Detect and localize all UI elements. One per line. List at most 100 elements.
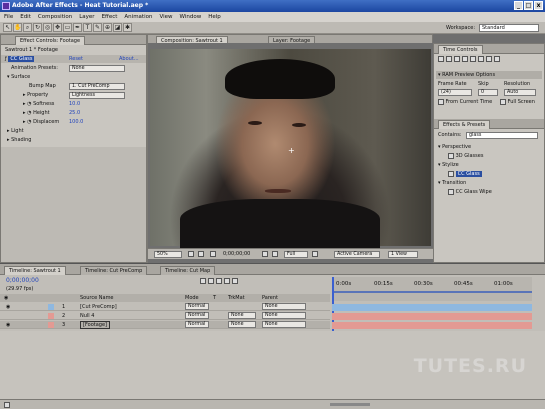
rectangle-mask-tool-icon[interactable]: ▭ — [63, 23, 72, 32]
effects-item-cc-glass[interactable]: CC Glass — [448, 170, 482, 178]
label-color-swatch[interactable] — [48, 313, 54, 319]
shading-group-row[interactable]: ▸ Shading — [7, 136, 31, 144]
tab-timeline-cut-map[interactable]: Timeline: Cut Map — [160, 266, 216, 275]
effects-item-transition[interactable]: ▾ Transition — [438, 179, 466, 187]
video-toggle-icon[interactable]: ◉ — [6, 321, 10, 329]
layer-parent-dropdown[interactable]: None — [262, 303, 306, 310]
maximize-button[interactable]: □ — [524, 1, 533, 10]
property-dropdown[interactable]: Lightness — [69, 92, 125, 99]
frame-rate-dropdown[interactable]: (24) — [438, 89, 472, 96]
column-source-name[interactable]: Source Name — [80, 294, 114, 302]
orbit-camera-tool-icon[interactable]: ◎ — [43, 23, 52, 32]
first-frame-icon[interactable] — [438, 56, 444, 62]
menu-window[interactable]: Window — [180, 12, 202, 22]
reset-link[interactable]: Reset — [69, 55, 83, 63]
label-color-swatch[interactable] — [48, 322, 54, 328]
triangle-right-icon[interactable]: ▸ — [7, 128, 10, 134]
fx-icon[interactable]: ƒ — [5, 56, 7, 62]
comp-flowchart-icon[interactable] — [200, 278, 206, 284]
full-screen-row[interactable]: Full Screen — [500, 98, 535, 106]
clone-stamp-tool-icon[interactable]: ⊕ — [103, 23, 112, 32]
graph-editor-icon[interactable] — [232, 278, 238, 284]
triangle-right-icon[interactable]: ▸ — [23, 110, 26, 116]
from-current-time-checkbox[interactable] — [438, 98, 444, 105]
menu-edit[interactable]: Edit — [20, 12, 31, 22]
tab-effects-presets[interactable]: Effects & Presets — [438, 120, 491, 129]
tab-timeline-sawtrout[interactable]: Timeline: Sawtrout 1 — [4, 266, 66, 275]
layer-mode-dropdown[interactable]: Normal — [185, 321, 209, 328]
surface-group-row[interactable]: ▾ Surface — [7, 73, 30, 81]
layer-trkmat-dropdown[interactable]: None — [228, 312, 256, 319]
menu-composition[interactable]: Composition — [38, 12, 72, 22]
menu-file[interactable]: File — [4, 12, 13, 22]
layer-mode-dropdown[interactable]: Normal — [185, 312, 209, 319]
layer-duration-bar-3[interactable] — [332, 322, 532, 329]
rotate-tool-icon[interactable]: ↻ — [33, 23, 42, 32]
stopwatch-icon[interactable]: ◔ — [27, 101, 31, 107]
hand-tool-icon[interactable]: ✋ — [13, 23, 22, 32]
snapshot-icon[interactable] — [262, 251, 268, 257]
stopwatch-icon[interactable]: ◔ — [27, 110, 31, 116]
from-current-time-row[interactable]: From Current Time — [438, 98, 492, 106]
zoom-slider[interactable] — [330, 403, 370, 406]
zoom-tool-icon[interactable]: ⌕ — [23, 23, 32, 32]
effects-item-stylize[interactable]: ▾ Stylize — [438, 161, 459, 169]
about-link[interactable]: About... — [119, 55, 139, 63]
column-mode[interactable]: Mode — [185, 294, 199, 302]
stopwatch-icon[interactable]: ◔ — [27, 119, 31, 125]
layer-name[interactable]: [Cut PreComp] — [80, 303, 117, 311]
layer-row-1[interactable]: ◉ 1 [Cut PreComp] Normal None — [0, 303, 330, 311]
displacement-value[interactable]: 100.0 — [69, 118, 83, 126]
region-of-interest-icon[interactable] — [312, 251, 318, 257]
tab-effect-controls[interactable]: Effect Controls: Footage — [15, 36, 86, 45]
motion-blur-icon[interactable] — [224, 278, 230, 284]
layer-duration-bar-1[interactable] — [332, 304, 532, 311]
next-frame-icon[interactable] — [462, 56, 468, 62]
layer-duration-bar-2[interactable] — [332, 313, 532, 320]
menu-layer[interactable]: Layer — [79, 12, 94, 22]
softness-value[interactable]: 10.0 — [69, 100, 80, 108]
menu-help[interactable]: Help — [208, 12, 221, 22]
close-button[interactable]: x — [534, 1, 543, 10]
show-channel-icon[interactable] — [272, 251, 278, 257]
prev-frame-icon[interactable] — [446, 56, 452, 62]
layer-row-3[interactable]: ◉ 3 [Footage] Normal None None — [0, 321, 330, 329]
column-t[interactable]: T — [213, 294, 216, 302]
column-parent[interactable]: Parent — [262, 294, 278, 302]
layer-name[interactable]: Null 4 — [80, 312, 94, 320]
layer-parent-dropdown[interactable]: None — [262, 312, 306, 319]
triangle-right-icon[interactable]: ▸ — [7, 137, 10, 143]
label-color-swatch[interactable] — [48, 304, 54, 310]
resolution-preview-dropdown[interactable]: Auto — [504, 89, 536, 96]
tab-timeline-cut-precomp[interactable]: Timeline: Cut PreComp — [80, 266, 148, 275]
pen-tool-icon[interactable]: ✒ — [73, 23, 82, 32]
layer-mode-dropdown[interactable]: Normal — [185, 303, 209, 310]
pan-behind-tool-icon[interactable]: ✥ — [53, 23, 62, 32]
last-frame-icon[interactable] — [470, 56, 476, 62]
views-dropdown[interactable]: 1 View — [388, 251, 418, 258]
column-trkmat[interactable]: TrkMat — [228, 294, 245, 302]
switches-toggle-icon[interactable] — [4, 402, 10, 408]
animation-presets-dropdown[interactable]: None — [69, 65, 125, 72]
ram-preview-options-header[interactable]: ▾ RAM Preview Options — [436, 71, 542, 79]
timecode-display[interactable]: 0;00;00;00 — [223, 251, 250, 258]
current-time-display[interactable]: 0;00;00;00 — [6, 277, 39, 285]
resolution-dropdown[interactable]: Full — [284, 251, 308, 258]
selection-tool-icon[interactable]: ↖ — [3, 23, 12, 32]
effects-item-cc-glass-wipe[interactable]: CC Glass Wipe — [448, 188, 492, 196]
loop-icon[interactable] — [486, 56, 492, 62]
effect-name[interactable]: CC Glass — [8, 56, 35, 62]
video-toggle-icon[interactable]: ◉ — [6, 303, 10, 311]
minimize-button[interactable]: _ — [514, 1, 523, 10]
layer-name[interactable]: [Footage] — [80, 321, 110, 329]
grid-icon[interactable] — [198, 251, 204, 257]
height-value[interactable]: 25.0 — [69, 109, 80, 117]
full-screen-checkbox[interactable] — [500, 98, 506, 105]
light-group-row[interactable]: ▸ Light — [7, 127, 24, 135]
safe-zones-icon[interactable] — [188, 251, 194, 257]
triangle-down-icon[interactable]: ▾ — [438, 72, 441, 78]
tab-time-controls[interactable]: Time Controls — [438, 45, 483, 54]
eraser-tool-icon[interactable]: ◪ — [113, 23, 122, 32]
camera-dropdown[interactable]: Active Camera — [334, 251, 380, 258]
ram-preview-icon[interactable] — [494, 56, 500, 62]
